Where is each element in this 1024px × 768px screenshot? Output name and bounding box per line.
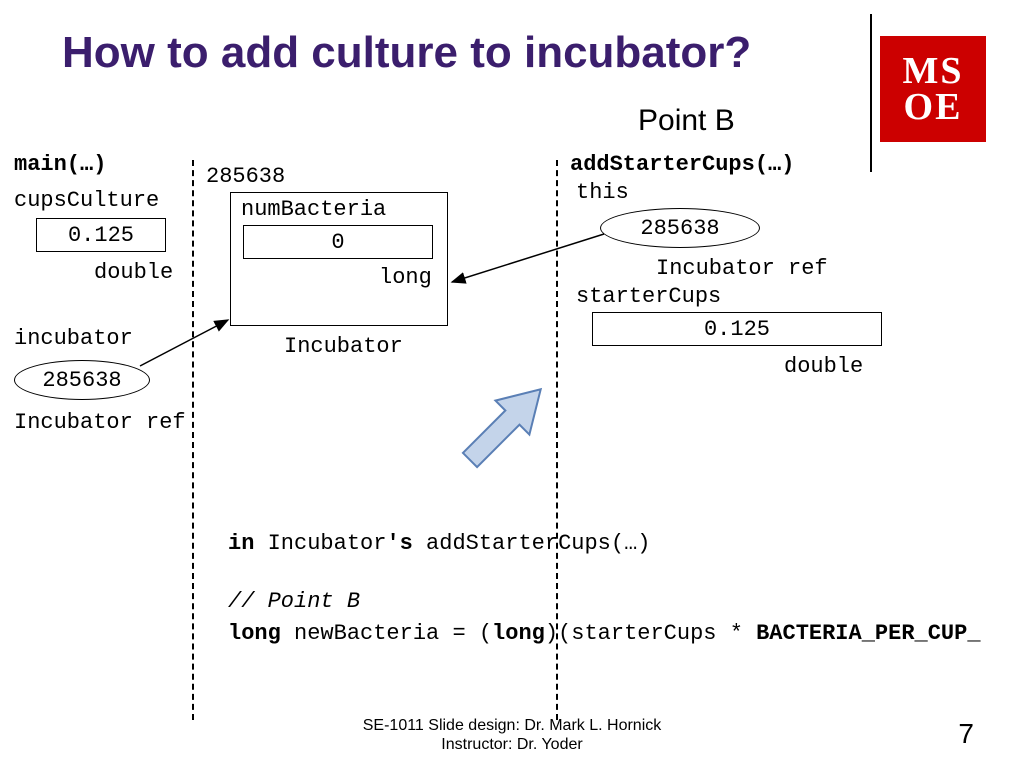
code-kw-long1: long xyxy=(228,621,281,646)
ellipse-this: 285638 xyxy=(600,208,760,248)
footer-line-1: SE-1011 Slide design: Dr. Mark L. Hornic… xyxy=(0,716,1024,735)
var-label-this: this xyxy=(576,180,629,205)
point-b-label: Point B xyxy=(638,104,735,138)
msoe-logo: MSOE xyxy=(880,36,986,142)
type-cupsculture: double xyxy=(94,260,173,285)
code-kw-in: in xyxy=(228,531,268,556)
code-line-3: long newBacteria = (long)(starterCups * … xyxy=(228,618,1024,650)
code-poss: 's xyxy=(386,531,426,556)
type-incubator: Incubator ref xyxy=(14,410,186,435)
code-mid1: newBacteria = ( xyxy=(281,621,492,646)
type-startercups: double xyxy=(784,354,863,379)
type-numbacteria: long xyxy=(379,265,432,290)
incubator-object-box: numBacteria 0 long xyxy=(230,192,448,326)
var-label-startercups: starterCups xyxy=(576,284,721,309)
slide-number: 7 xyxy=(958,718,974,750)
slide-title: How to add culture to incubator? xyxy=(62,28,751,79)
footer-line-2: Instructor: Dr. Yoder xyxy=(0,735,1024,754)
box-startercups: 0.125 xyxy=(592,312,882,346)
var-label-incubator: incubator xyxy=(14,326,133,351)
slide-footer: SE-1011 Slide design: Dr. Mark L. Hornic… xyxy=(0,716,1024,754)
field-label-numbacteria: numBacteria xyxy=(241,197,386,222)
code-blank-line xyxy=(228,560,1024,586)
col-header-main: main(…) xyxy=(14,152,106,177)
logo-divider xyxy=(870,14,872,172)
arrow-this-to-object xyxy=(452,234,604,282)
box-numbacteria: 0 xyxy=(243,225,433,259)
code-const: BACTERIA_PER_CUP_ xyxy=(756,621,980,646)
code-obj: Incubator xyxy=(268,531,387,556)
box-cupsculture: 0.125 xyxy=(36,218,166,252)
arrow-incubator-to-object xyxy=(140,320,228,366)
ellipse-incubator: 285638 xyxy=(14,360,150,400)
type-this: Incubator ref xyxy=(656,256,828,281)
dashed-divider-1 xyxy=(192,160,194,720)
code-method: addStarterCups(…) xyxy=(426,531,650,556)
block-arrow-icon xyxy=(453,372,558,477)
code-kw-long2: long xyxy=(492,621,545,646)
code-line-1: in Incubator's addStarterCups(…) xyxy=(228,528,1024,560)
code-mid2: )(starterCups * xyxy=(545,621,756,646)
code-snippet: in Incubator's addStarterCups(…) // Poin… xyxy=(228,528,1024,650)
var-label-cupsculture: cupsCulture xyxy=(14,188,159,213)
heap-address: 285638 xyxy=(206,164,285,189)
code-comment: // Point B xyxy=(228,586,1024,618)
class-label-incubator: Incubator xyxy=(284,334,403,359)
msoe-logo-text: MSOE xyxy=(903,53,964,125)
col-header-addstarter: addStarterCups(…) xyxy=(570,152,794,177)
